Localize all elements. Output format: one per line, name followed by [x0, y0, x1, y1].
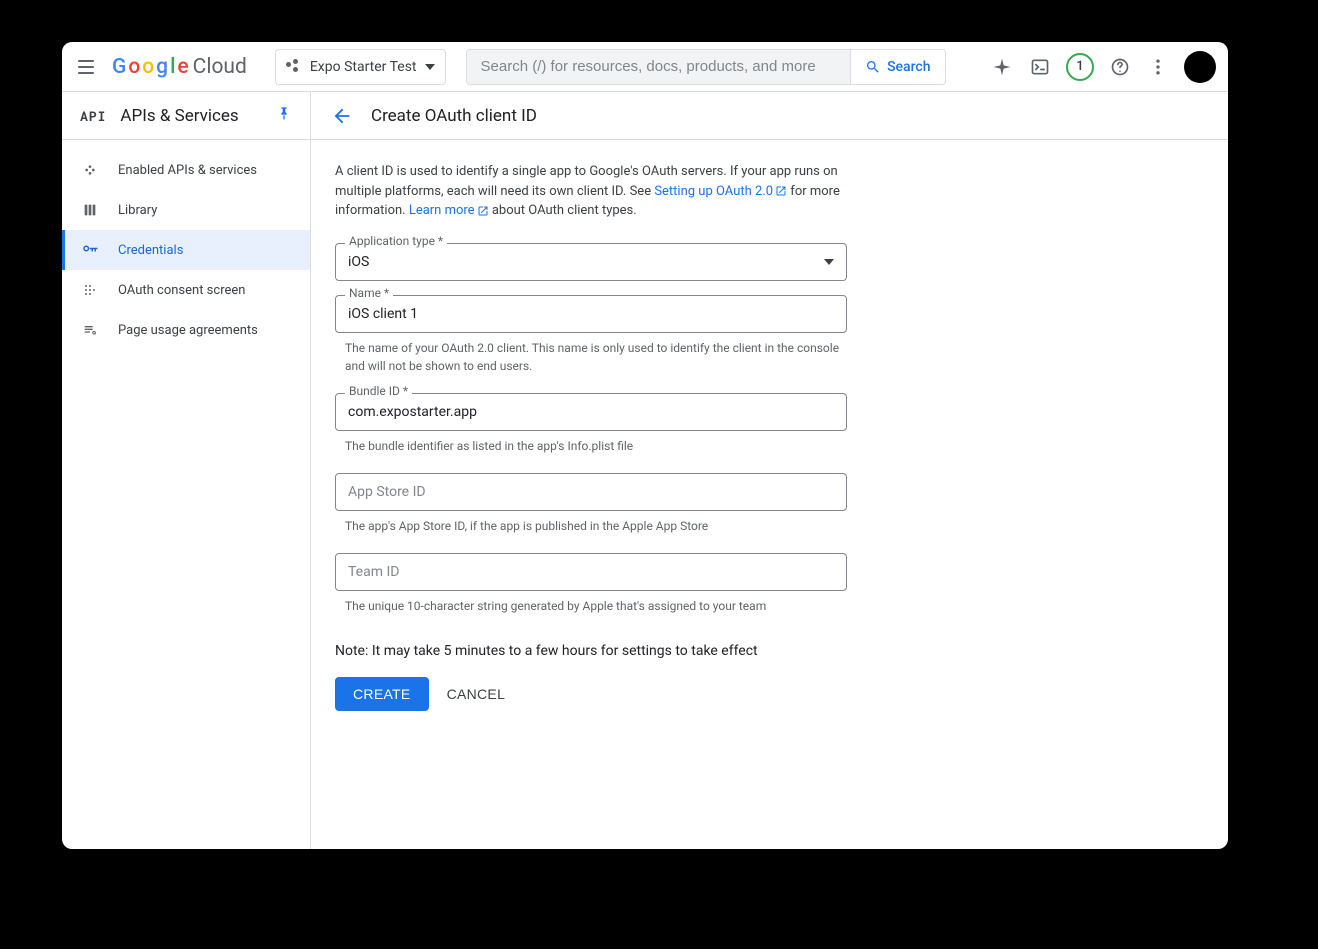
appstore-input[interactable]	[335, 473, 847, 511]
setting-up-oauth-link[interactable]: Setting up OAuth 2.0	[654, 184, 787, 199]
sidebar-item-oauth-consent[interactable]: OAuth consent screen	[62, 270, 310, 310]
search-button-label: Search	[887, 59, 930, 75]
bundle-input[interactable]	[335, 393, 847, 431]
help-icon[interactable]	[1108, 55, 1132, 79]
cloud-shell-icon[interactable]	[1028, 55, 1052, 79]
search-button[interactable]: Search	[850, 50, 944, 84]
notifications-badge[interactable]: 1	[1066, 53, 1094, 81]
pin-icon[interactable]	[276, 106, 292, 126]
sidebar-item-label: Credentials	[118, 243, 183, 258]
appstore-helper: The app's App Store ID, if the app is pu…	[345, 517, 847, 535]
create-button[interactable]: CREATE	[335, 677, 429, 711]
sidebar-item-credentials[interactable]: Credentials	[62, 230, 310, 270]
app-type-select[interactable]: iOS	[335, 243, 847, 281]
api-badge: API	[80, 107, 106, 125]
bundle-label: Bundle ID *	[345, 384, 412, 398]
sidebar-item-enabled-apis[interactable]: Enabled APIs & services	[62, 150, 310, 190]
gemini-icon[interactable]	[990, 55, 1014, 79]
bundle-helper: The bundle identifier as listed in the a…	[345, 437, 847, 455]
sidebar-item-library[interactable]: Library	[62, 190, 310, 230]
search-input[interactable]	[467, 50, 851, 84]
project-picker[interactable]: Expo Starter Test	[275, 49, 446, 85]
google-cloud-logo[interactable]: Google Cloud	[112, 55, 247, 79]
more-icon[interactable]	[1146, 55, 1170, 79]
hamburger-menu[interactable]	[74, 55, 98, 79]
cancel-button[interactable]: CANCEL	[447, 686, 506, 702]
sidebar-item-page-usage[interactable]: Page usage agreements	[62, 310, 310, 350]
project-icon	[286, 59, 302, 75]
enabled-apis-icon	[80, 162, 100, 178]
chevron-down-icon	[425, 64, 435, 70]
app-type-label: Application type *	[345, 234, 447, 248]
back-arrow[interactable]	[331, 105, 353, 127]
avatar[interactable]	[1184, 51, 1216, 83]
project-name: Expo Starter Test	[310, 59, 417, 75]
team-helper: The unique 10-character string generated…	[345, 597, 847, 615]
search-bar: Search	[466, 49, 946, 85]
key-icon	[80, 241, 100, 259]
learn-more-link[interactable]: Learn more	[409, 203, 489, 218]
sidebar-item-label: OAuth consent screen	[118, 283, 245, 298]
app-type-value: iOS	[348, 254, 369, 270]
sidebar-item-label: Library	[118, 203, 157, 218]
team-input[interactable]	[335, 553, 847, 591]
sidebar-item-label: Page usage agreements	[118, 323, 258, 338]
note-text: Note: It may take 5 minutes to a few hou…	[335, 643, 847, 659]
agreements-icon	[80, 322, 100, 338]
chevron-down-icon	[824, 259, 834, 265]
library-icon	[80, 202, 100, 218]
sidebar-item-label: Enabled APIs & services	[118, 163, 257, 178]
consent-icon	[80, 282, 100, 298]
intro-text: A client ID is used to identify a single…	[335, 162, 847, 221]
search-icon	[865, 59, 881, 75]
page-title: Create OAuth client ID	[371, 106, 537, 126]
sidebar-title: APIs & Services	[120, 106, 262, 126]
name-input[interactable]	[335, 295, 847, 333]
name-helper: The name of your OAuth 2.0 client. This …	[345, 339, 847, 375]
name-label: Name *	[345, 286, 393, 300]
